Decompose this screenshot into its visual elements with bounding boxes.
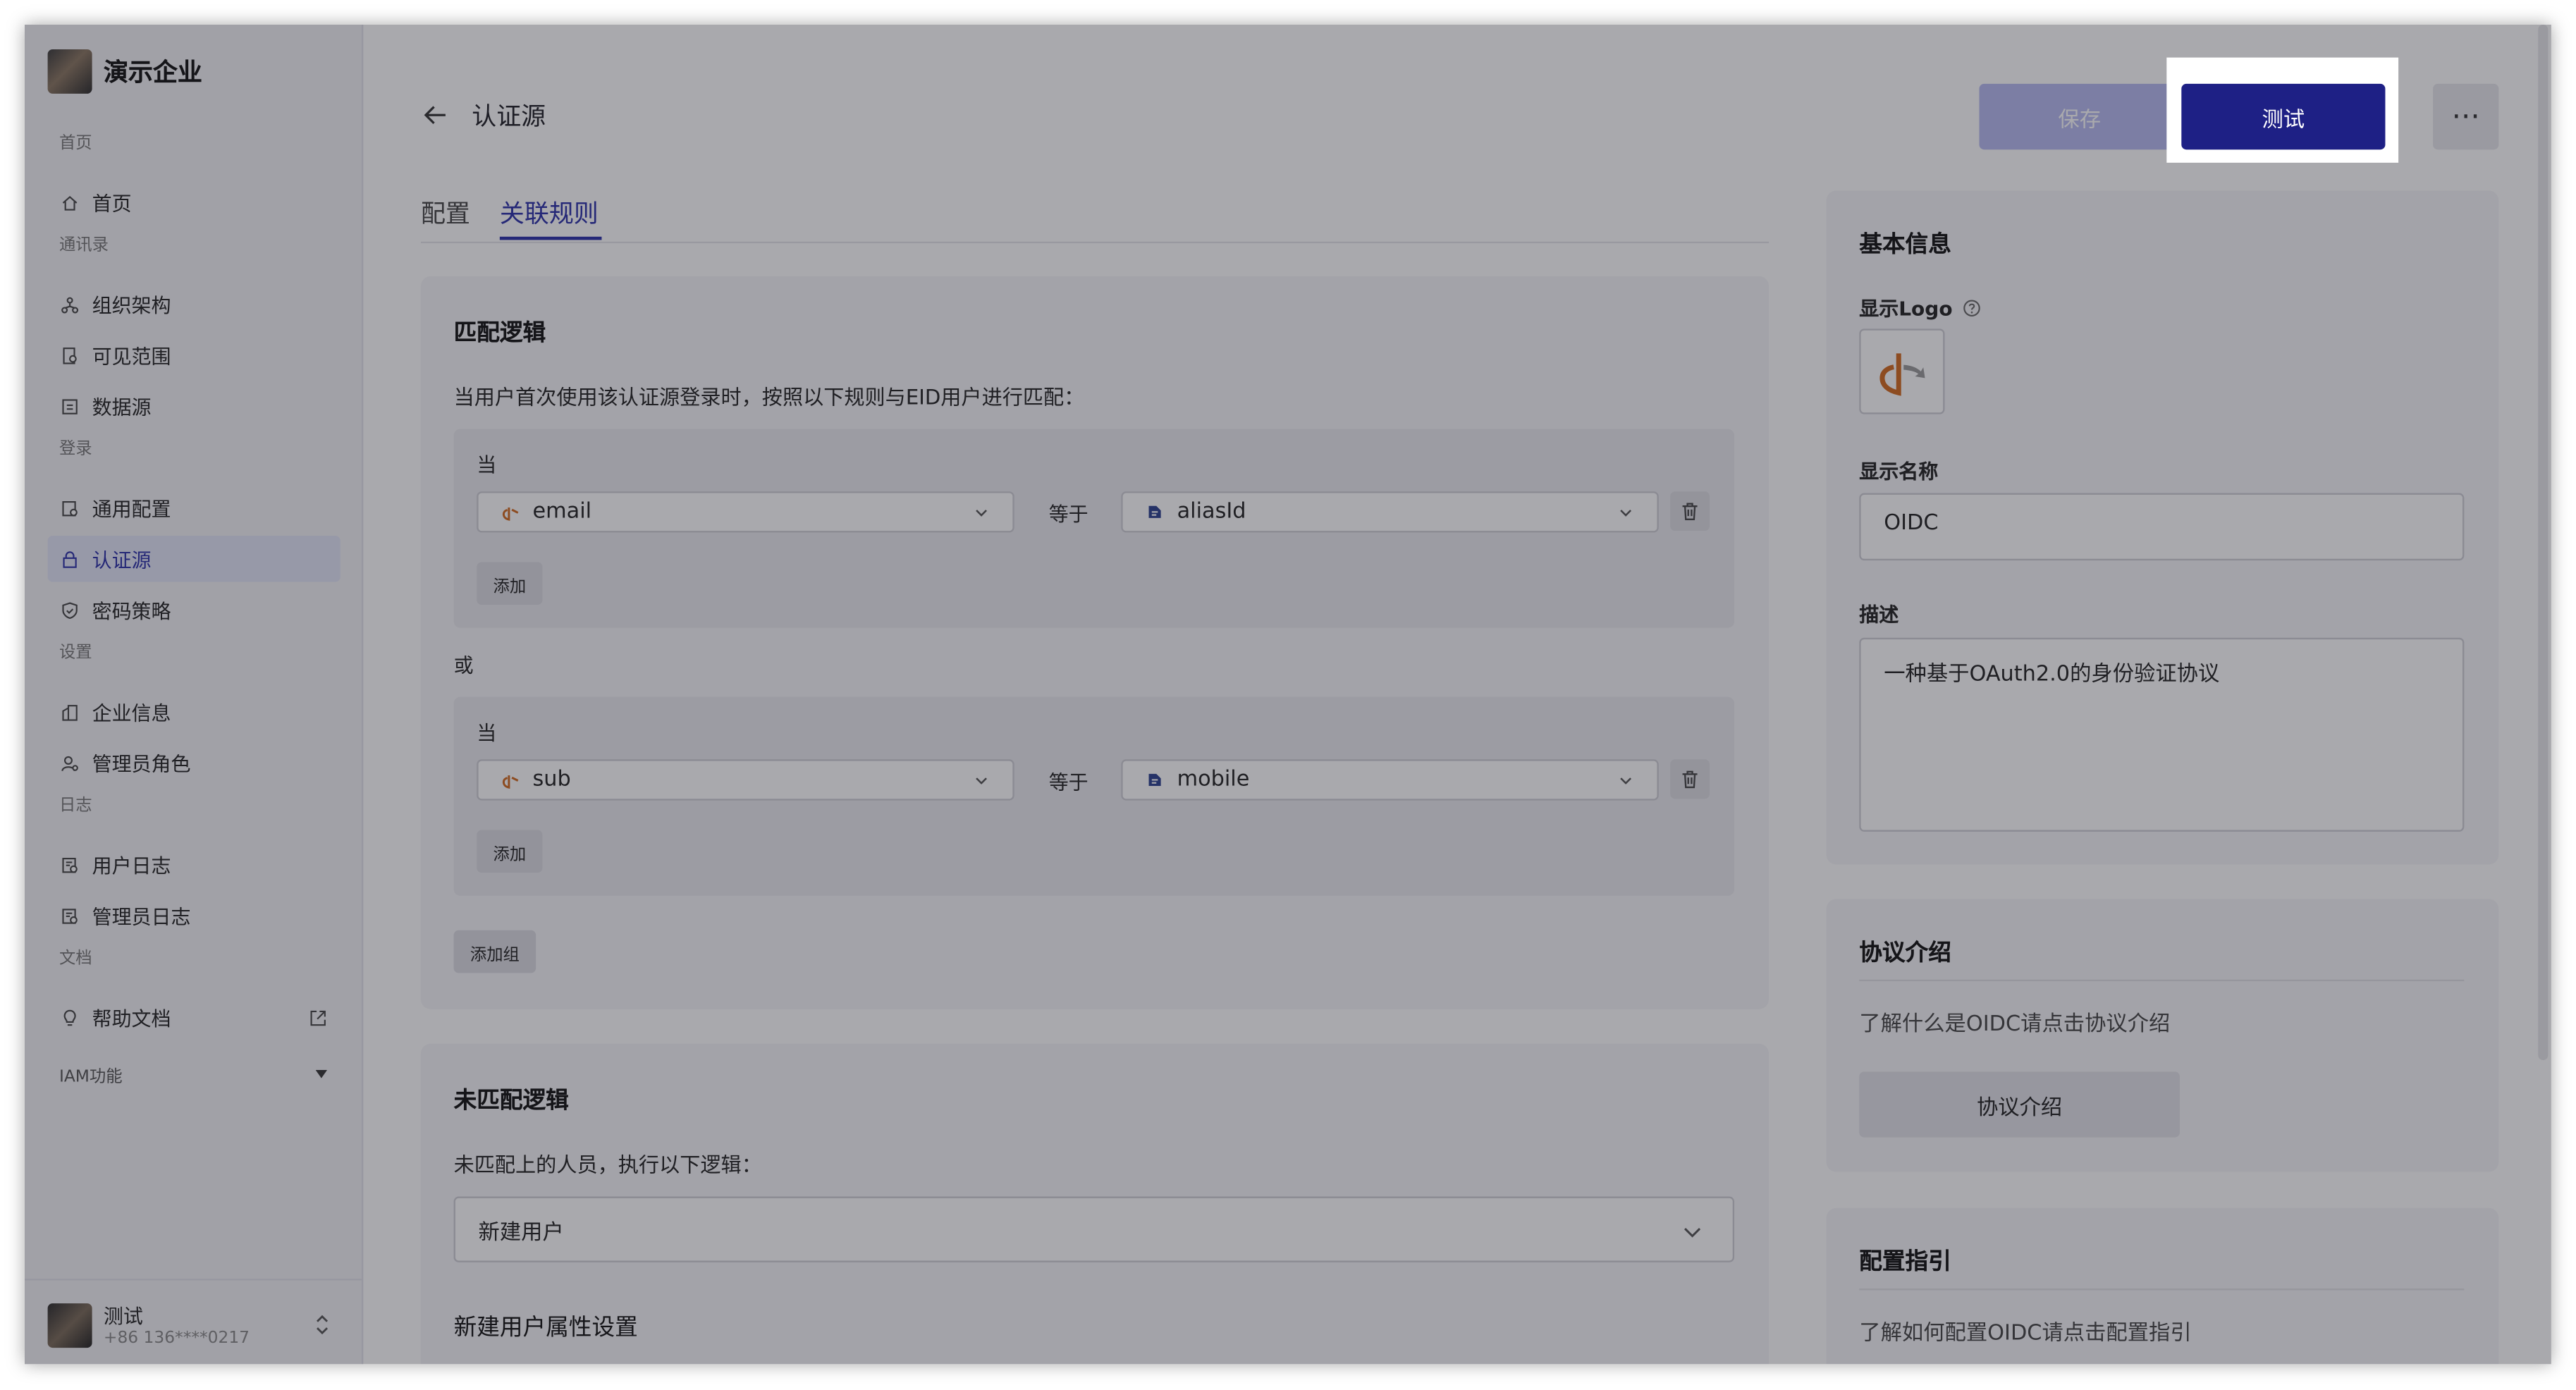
scrollbar[interactable] [2535, 24, 2551, 1364]
test-button[interactable]: 测试 [2181, 83, 2386, 150]
app-window: 演示企业 首页 首页 通讯录 组织架构 可见范围 数据源 登录 通用配置 认证源… [24, 24, 2551, 1365]
dim-overlay [24, 24, 2551, 1365]
scrollbar-thumb[interactable] [2538, 24, 2549, 1061]
